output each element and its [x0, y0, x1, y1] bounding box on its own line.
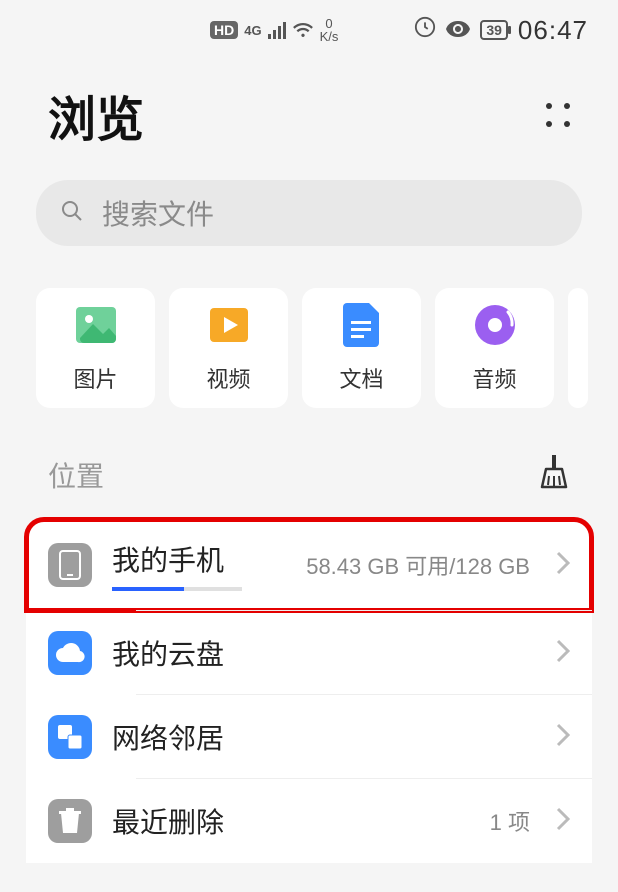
chevron-right-icon	[556, 723, 570, 752]
trash-count: 1 项	[490, 805, 536, 837]
status-indicators-left: HD 4G 0 K/s	[210, 17, 338, 43]
category-row[interactable]: 图片 视频 文档 音频	[0, 246, 618, 408]
category-label: 图片	[73, 362, 117, 394]
wifi-icon	[292, 17, 314, 43]
location-body: 我的云盘	[112, 633, 536, 673]
location-my-phone[interactable]: 我的手机 58.43 GB 可用/128 GB	[26, 519, 592, 611]
storage-progress	[112, 587, 242, 591]
search-icon	[60, 199, 84, 228]
chevron-right-icon	[556, 551, 570, 580]
network-generation: 4G	[244, 23, 261, 38]
document-icon	[339, 302, 385, 348]
location-recent-delete[interactable]: 最近删除 1 项	[26, 779, 592, 863]
page-title: 浏览	[48, 80, 144, 150]
clock: 06:47	[518, 15, 588, 46]
network-speed: 0 K/s	[320, 17, 339, 43]
chevron-right-icon	[556, 639, 570, 668]
location-cloud[interactable]: 我的云盘	[26, 611, 592, 695]
status-bar: HD 4G 0 K/s 39 06:47	[0, 0, 618, 60]
location-label: 我的手机	[112, 539, 286, 579]
do-not-disturb-icon	[414, 16, 436, 45]
section-title: 位置	[48, 455, 104, 495]
hd-badge: HD	[210, 21, 238, 39]
category-label: 文档	[339, 362, 383, 394]
storage-meta: 58.43 GB 可用/128 GB	[306, 549, 536, 581]
category-documents[interactable]: 文档	[302, 288, 421, 408]
eye-comfort-icon	[446, 16, 470, 44]
location-label: 网络邻居	[112, 717, 536, 757]
category-images[interactable]: 图片	[36, 288, 155, 408]
phone-icon	[48, 543, 92, 587]
battery-indicator: 39	[480, 20, 508, 40]
search-placeholder: 搜索文件	[102, 193, 214, 233]
location-list: 我的手机 58.43 GB 可用/128 GB 我的云盘 网络邻居	[0, 519, 618, 863]
cleanup-icon[interactable]	[538, 454, 570, 495]
status-indicators-right: 39 06:47	[414, 15, 588, 46]
chevron-right-icon	[556, 807, 570, 836]
location-network[interactable]: 网络邻居	[26, 695, 592, 779]
image-icon	[73, 302, 119, 348]
search-input[interactable]: 搜索文件	[36, 180, 582, 246]
cellular-signal-icon	[268, 21, 286, 39]
category-more-peek[interactable]	[568, 288, 588, 408]
category-audio[interactable]: 音频	[435, 288, 554, 408]
video-icon	[206, 302, 252, 348]
location-label: 我的云盘	[112, 633, 536, 673]
location-label: 最近删除	[112, 801, 470, 841]
location-body: 网络邻居	[112, 717, 536, 757]
location-body: 最近删除	[112, 801, 470, 841]
category-label: 视频	[206, 362, 250, 394]
category-label: 音频	[472, 362, 516, 394]
app-header: 浏览	[0, 60, 618, 180]
section-header-location: 位置	[0, 408, 618, 519]
network-icon	[48, 715, 92, 759]
audio-icon	[472, 302, 518, 348]
category-videos[interactable]: 视频	[169, 288, 288, 408]
trash-icon	[48, 799, 92, 843]
location-body: 我的手机	[112, 539, 286, 591]
cloud-icon	[48, 631, 92, 675]
more-menu-icon[interactable]	[546, 103, 570, 127]
